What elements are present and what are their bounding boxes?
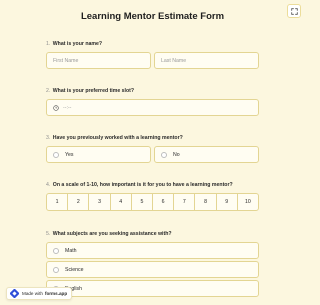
time-slot-field[interactable]: --:--: [46, 99, 259, 116]
question-5-number: 5.: [46, 231, 51, 237]
importance-scale: 1 2 3 4 5 6 7 8 9 10: [46, 193, 259, 211]
scale-option-3[interactable]: 3: [89, 194, 111, 210]
option-science-label: Science: [65, 266, 84, 273]
question-5-label: 5. What subjects are you seeking assista…: [46, 231, 172, 237]
question-5-text: What subjects are you seeking assistance…: [52, 231, 172, 237]
checkbox-math[interactable]: [53, 247, 59, 254]
question-1-label: 1. What is your name?: [46, 41, 102, 47]
scale-option-6[interactable]: 6: [153, 194, 175, 210]
radio-no[interactable]: [161, 151, 167, 158]
option-science[interactable]: Science: [46, 261, 259, 278]
first-name-input[interactable]: [53, 57, 150, 64]
first-name-field[interactable]: [46, 52, 151, 69]
question-2-number: 2.: [46, 88, 51, 94]
option-math[interactable]: Math: [46, 242, 259, 259]
question-2-label: 2. What is your preferred time slot?: [46, 88, 134, 94]
option-yes[interactable]: Yes: [46, 146, 151, 163]
option-english[interactable]: English: [46, 280, 259, 297]
question-3-label: 3. Have you previously worked with a lea…: [46, 135, 183, 141]
forms-app-logo-icon: [10, 289, 19, 298]
option-yes-label: Yes: [65, 151, 74, 158]
option-no-label: No: [173, 151, 180, 158]
clock-icon: [53, 104, 59, 111]
option-math-label: Math: [65, 247, 77, 254]
question-2-text: What is your preferred time slot?: [52, 88, 135, 94]
made-with-badge[interactable]: Made with forms.app: [6, 287, 73, 300]
question-4-number: 4.: [46, 182, 51, 188]
option-no[interactable]: No: [154, 146, 259, 163]
scale-option-1[interactable]: 1: [47, 194, 69, 210]
form-page: Learning Mentor Estimate Form 1. What is…: [0, 0, 305, 305]
last-name-field[interactable]: [154, 52, 259, 69]
scale-option-4[interactable]: 4: [111, 194, 132, 210]
question-4-text: On a scale of 1-10, how important is it …: [52, 182, 233, 188]
question-1-number: 1.: [46, 41, 51, 47]
question-3-number: 3.: [46, 135, 51, 141]
checkbox-science[interactable]: [53, 266, 59, 273]
question-1-text: What is your name?: [52, 41, 103, 47]
last-name-input[interactable]: [161, 57, 258, 64]
form-title: Learning Mentor Estimate Form: [80, 11, 225, 22]
scale-option-8[interactable]: 8: [195, 194, 217, 210]
badge-brand: forms.app: [44, 291, 68, 296]
scale-option-7[interactable]: 7: [174, 194, 196, 210]
scale-option-5[interactable]: 5: [132, 194, 154, 210]
question-3-text: Have you previously worked with a learni…: [52, 135, 183, 141]
question-4-label: 4. On a scale of 1-10, how important is …: [46, 182, 233, 188]
scale-option-10[interactable]: 10: [238, 194, 258, 210]
radio-yes[interactable]: [53, 151, 59, 158]
scale-option-2[interactable]: 2: [68, 194, 90, 210]
scale-option-9[interactable]: 9: [217, 194, 238, 210]
badge-prefix: Made with: [22, 291, 43, 296]
time-slot-value: --:--: [63, 104, 72, 111]
